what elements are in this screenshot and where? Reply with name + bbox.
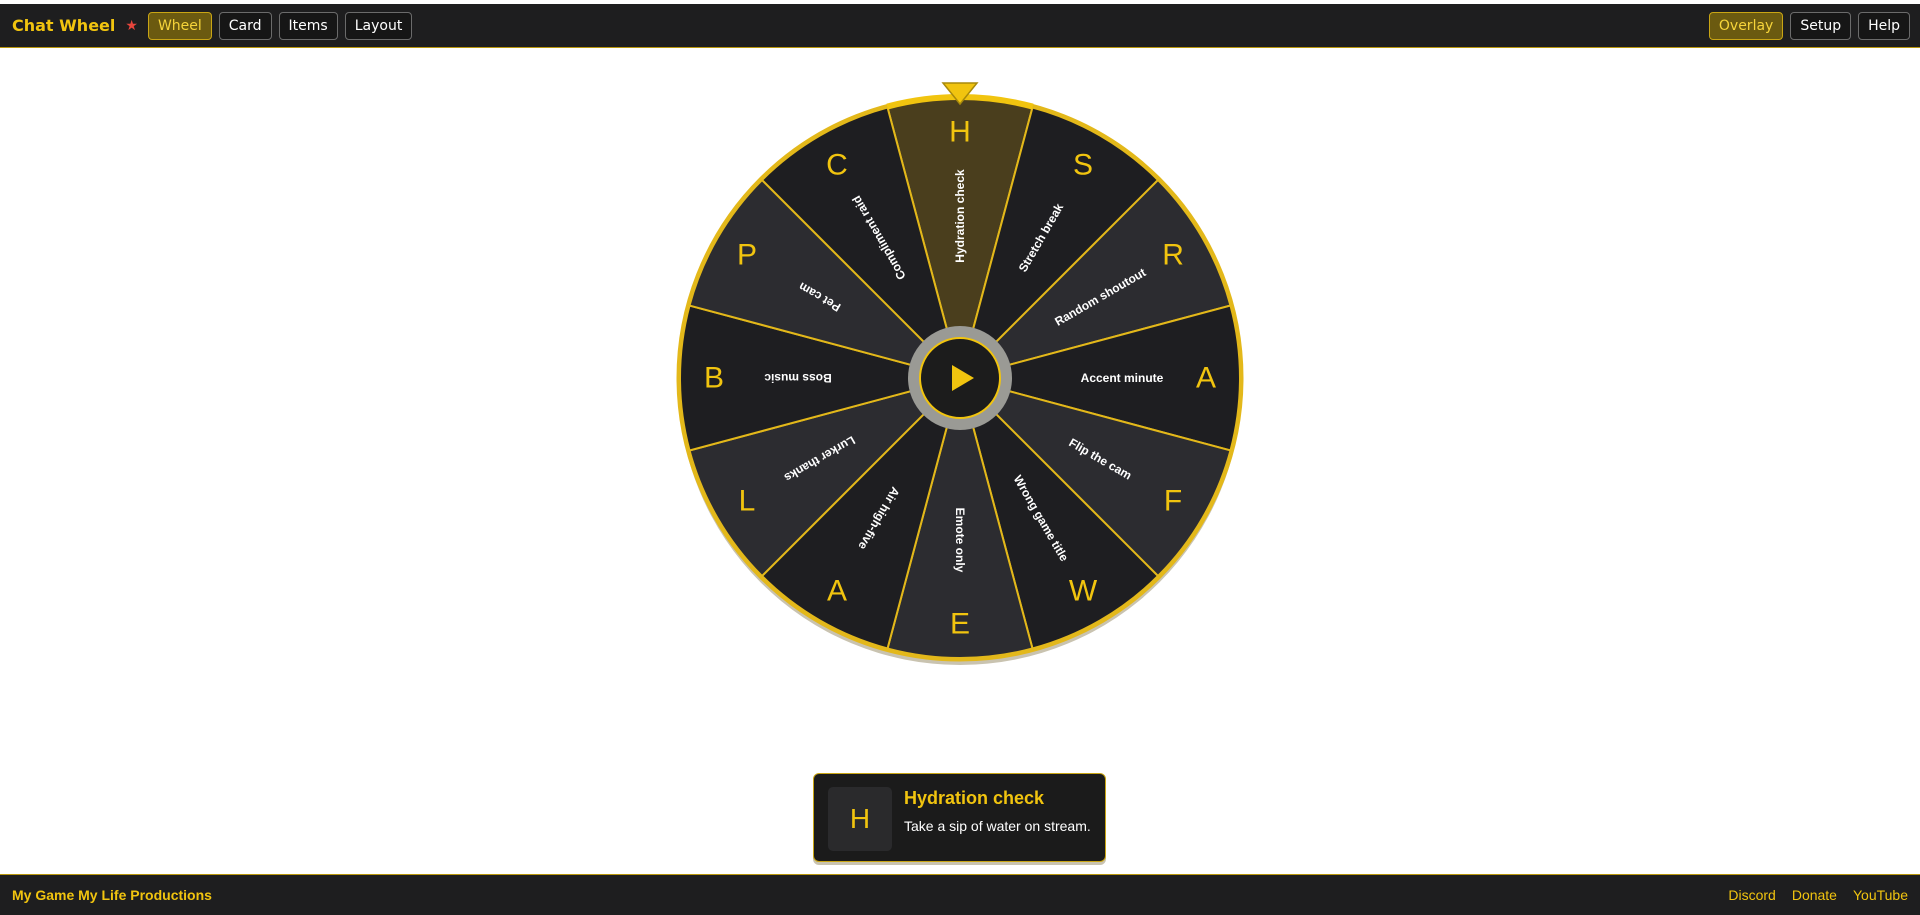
tab-items[interactable]: Items: [278, 11, 338, 40]
slice-letter: H: [949, 116, 971, 149]
slice-letter: R: [1162, 239, 1184, 272]
slice-letter: S: [1073, 148, 1093, 181]
result-card: H Hydration check Take a sip of water on…: [813, 773, 1106, 862]
footer-bar: My Game My Life Productions Discord Dona…: [0, 874, 1920, 915]
app-title: Chat Wheel: [12, 16, 116, 35]
overlay-button[interactable]: Overlay: [1708, 11, 1784, 40]
result-description: Take a sip of water on stream.: [904, 818, 1091, 834]
slice-letter: B: [704, 362, 724, 395]
setup-button[interactable]: Setup: [1790, 11, 1852, 40]
slice-label: Accent minute: [1081, 371, 1164, 385]
discord-link[interactable]: Discord: [1728, 887, 1775, 903]
top-bar: Chat Wheel ★ Wheel Card Items Layout Ove…: [0, 4, 1920, 48]
result-title: Hydration check: [904, 788, 1045, 808]
slice-letter: A: [1196, 362, 1216, 395]
slice-letter: F: [1164, 485, 1182, 518]
slice-letter: P: [737, 239, 757, 272]
slice-letter: W: [1069, 575, 1098, 608]
help-button[interactable]: Help: [1858, 11, 1910, 40]
youtube-link[interactable]: YouTube: [1853, 887, 1908, 903]
tab-wheel[interactable]: Wheel: [147, 11, 212, 40]
wheel-area: H Hydration check S Stretch break R Random sh…: [676, 78, 1244, 678]
donate-link[interactable]: Donate: [1792, 887, 1837, 903]
slice-label: Boss music: [764, 371, 832, 385]
result-letter-badge: H: [828, 787, 892, 851]
slice-letter: C: [826, 148, 848, 181]
star-icon[interactable]: ★: [125, 18, 138, 34]
company-name: My Game My Life Productions: [12, 887, 212, 903]
slice-letter: A: [827, 575, 847, 608]
slice-letter: L: [739, 485, 756, 518]
tab-card[interactable]: Card: [218, 11, 272, 40]
slice-letter: E: [950, 608, 970, 641]
slice-label: Emote only: [953, 508, 967, 573]
prize-wheel[interactable]: HHydration checkSStretch break RRandom sh…: [676, 78, 1244, 678]
tab-layout[interactable]: Layout: [344, 11, 413, 40]
slice-label: Hydration check: [953, 169, 967, 263]
